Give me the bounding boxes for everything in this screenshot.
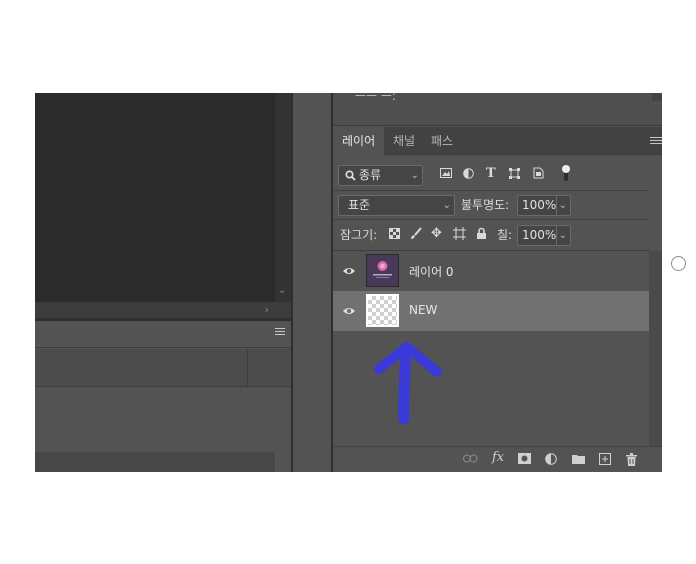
fill-label: 칠: [497,228,513,242]
layers-panel-footer: fx [333,446,662,472]
chevron-right-icon[interactable]: › [265,303,269,316]
lock-label: 잠그기: [340,228,378,242]
blend-mode-label: 표준 [348,198,371,212]
adjustment-icon[interactable] [545,453,557,469]
search-icon [345,170,356,181]
opacity-input[interactable]: 100% ⌄ [517,195,571,216]
collapsed-panel-column [293,93,331,472]
chevron-down-icon[interactable]: ⌄ [278,286,286,296]
filter-toggle-switch[interactable] [561,164,571,186]
panel-menu-icon[interactable] [650,137,662,146]
layer-row-selected[interactable]: NEW [333,291,649,331]
trash-icon[interactable] [626,453,637,470]
chevron-down-icon: ⌄ [442,200,451,211]
chevron-down-icon[interactable]: ⌄ [555,196,567,215]
panel-menu-icon[interactable] [275,328,285,337]
lock-transparency-icon[interactable] [389,228,400,243]
link-icon[interactable] [463,453,478,467]
folder-icon[interactable] [572,453,585,468]
layer-filter-row: 종류 ⌄ T [333,156,662,190]
tab-paths[interactable]: 패스 [422,127,462,155]
lock-artboard-icon[interactable] [453,227,466,244]
fill-value: 100% [522,228,557,242]
layer-thumbnail-transparent [366,294,399,327]
fx-icon[interactable]: fx [492,451,504,465]
panel-tabs: 레이어 채널 패스 [333,127,662,155]
eye-visibility-icon[interactable] [342,304,356,318]
smart-object-filter-icon[interactable] [533,167,544,183]
filter-kind-label: 종류 [359,168,382,182]
layers-scrollbar[interactable] [649,251,662,446]
chevron-down-icon[interactable]: ⌄ [555,226,567,245]
type-filter-icon[interactable]: T [486,167,496,181]
blend-mode-select[interactable]: 표준 ⌄ [338,195,455,216]
radio-button[interactable] [671,256,686,271]
horizontal-scrollbar[interactable]: › [35,302,275,318]
upper-panel: ㅡㅡ ㅡ: [333,93,662,126]
shape-filter-icon[interactable] [509,168,520,183]
vertical-scrollbar[interactable]: ⌄ [275,93,291,302]
annotation-arrow [374,342,442,425]
opacity-value: 100% [522,198,557,212]
lock-pixels-brush-icon[interactable] [410,227,422,244]
upper-panel-text: ㅡㅡ ㅡ: [355,93,396,103]
tab-layers[interactable]: 레이어 [333,127,385,155]
row-separator [247,349,248,387]
filter-kind-select[interactable]: 종류 ⌄ [338,165,423,186]
pixel-filter-icon[interactable] [440,168,452,182]
adjustment-filter-icon[interactable] [463,168,474,183]
lock-position-move-icon[interactable]: ✥ [431,227,442,241]
lock-row: 잠그기: ✥ 칠: 100% ⌄ [333,220,662,250]
document-canvas[interactable] [35,93,275,302]
tab-channels[interactable]: 채널 [384,127,424,155]
new-layer-icon[interactable] [599,453,611,469]
chevron-down-icon: ⌄ [410,170,419,181]
layer-row[interactable]: 레이어 0 [333,251,649,291]
upper-panel-scrollbar[interactable] [652,93,662,101]
fill-input[interactable]: 100% ⌄ [517,225,571,246]
left-panel-header [35,321,291,348]
scroll-corner [275,302,291,318]
left-panel-row [35,349,291,387]
lock-all-padlock-icon[interactable] [476,227,487,244]
eye-visibility-icon[interactable] [342,264,356,278]
opacity-label: 불투명도: [461,198,510,212]
blend-row: 표준 ⌄ 불투명도: 100% ⌄ [333,191,662,219]
mask-icon[interactable] [518,453,531,468]
layer-name[interactable]: NEW [409,303,437,317]
layer-name[interactable]: 레이어 0 [409,263,454,280]
left-panel-bottom-bar [35,452,275,472]
layers-panel: ㅡㅡ ㅡ: 레이어 채널 패스 종류 ⌄ T 표준 ⌄ 불투명도: 100% ⌄… [333,93,662,472]
photoshop-window: ⌄ › ㅡㅡ ㅡ: 레이어 채널 패스 종류 ⌄ T 표준 ⌄ 불투명도: 10… [35,93,662,472]
layer-thumbnail [366,254,399,287]
